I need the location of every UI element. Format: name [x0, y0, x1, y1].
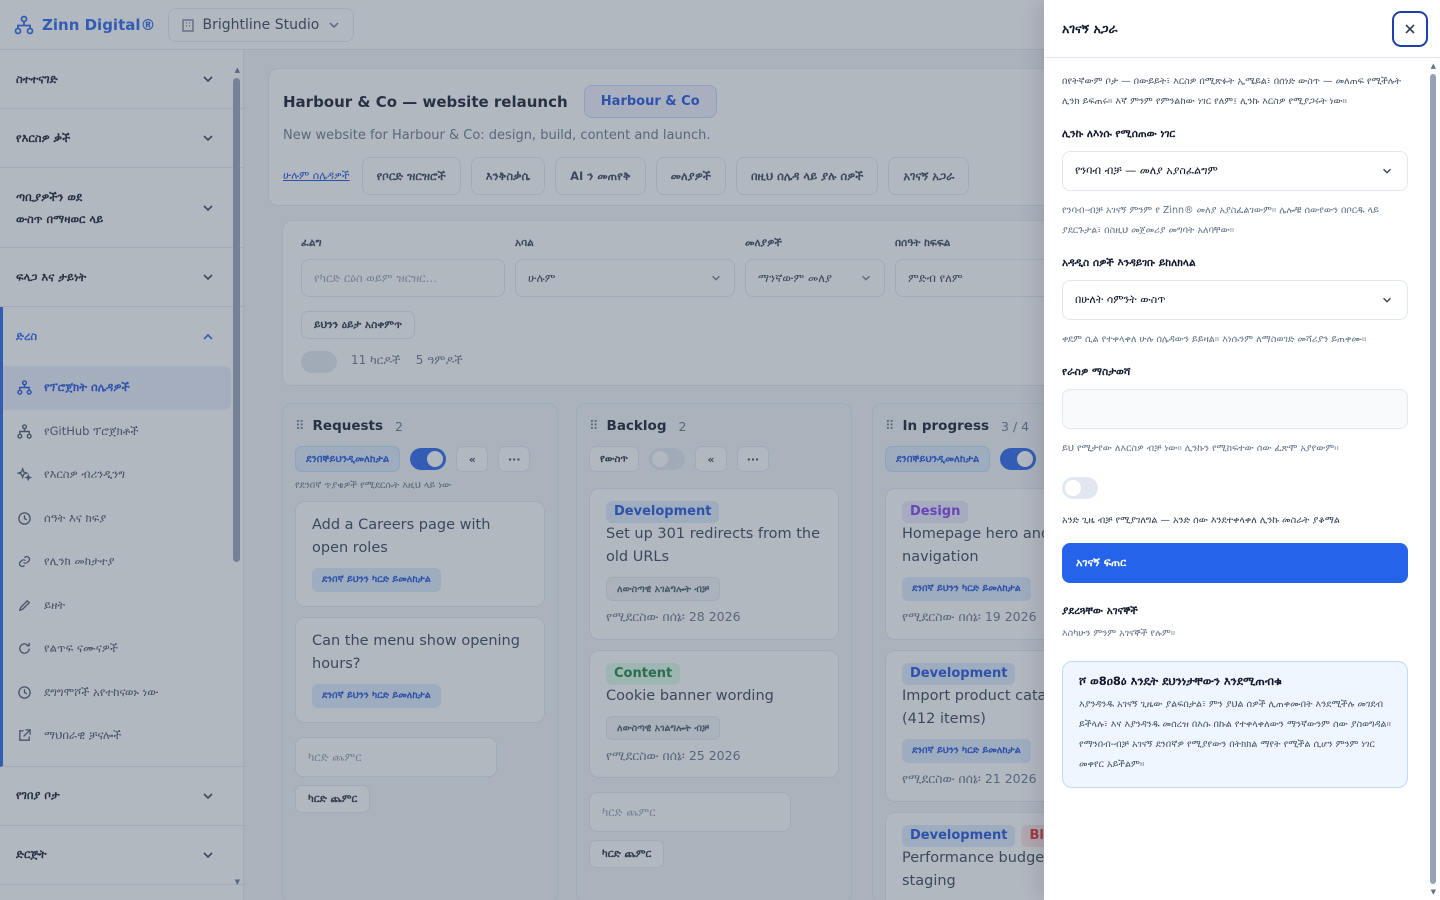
note-input[interactable]: [1062, 389, 1408, 429]
note-label: የራስዎ ማስታወሻ: [1062, 366, 1131, 378]
active-links-heading: ያደረጓቸው አገናኞች: [1062, 605, 1138, 617]
expiry-label: አዳዲስ ሰዎች እንዳይገቡ ይከለክላል: [1062, 257, 1196, 269]
security-info-box: ሾ ወ8ዐ8ዕ እንዴት ደህንነታቸውን እንደሚጠብቁ እያንዳንዱ አገና…: [1062, 661, 1408, 788]
drawer-scrollbar[interactable]: [1430, 74, 1436, 884]
access-help: የንባብ-ብቻ አገናኝ ምንም የ Zinn® መለያ አያስፈልገውም። ሌ…: [1062, 205, 1379, 236]
share-link-drawer: አገናኝ አጋራ በየትኛውም ቦታ — በውይይት፣ እርስዎ በሚጽፉት ኢ…: [1044, 0, 1440, 900]
drawer-header: አገናኝ አጋራ: [1044, 0, 1440, 58]
close-button[interactable]: [1392, 10, 1428, 47]
info-text: እያንዳንዱ አገናኝ ጊዜው ያልፍበታል፣ ምን ያህል ሰዎች ሊጠቀሙበ…: [1079, 699, 1391, 770]
scroll-down-arrow[interactable]: ▼: [1431, 888, 1436, 896]
toggle-knob: [1065, 480, 1081, 496]
info-title: ሾ ወ8ዐ8ዕ እንዴት ደህንነታቸውን እንደሚጠብቁ: [1079, 674, 1282, 688]
drawer-body: በየትኛውም ቦታ — በውይይት፣ እርስዎ በሚጽፉት ኢሜይል፣ በሰነድ…: [1062, 58, 1408, 788]
active-links-empty: እስካሁን ምንም አገናኞች የሉም።: [1062, 628, 1176, 639]
expiry-value: በሁለት ሳምንት ውስጥ: [1075, 293, 1166, 306]
chevron-down-icon: [1383, 168, 1391, 174]
expiry-select[interactable]: በሁለት ሳምንት ውስጥ: [1062, 280, 1408, 320]
drawer-title: አገናኝ አጋራ: [1062, 20, 1118, 36]
close-icon: [1405, 23, 1415, 34]
note-help: ይህ የሚታየው ለእርስዎ ብቻ ነው። ሊንኩን የሚከፍተው ሰው ፈጽሞ…: [1062, 443, 1339, 454]
access-value: የንባብ ብቻ — መለያ አያስፈልግም: [1075, 164, 1218, 177]
scroll-up-arrow[interactable]: ▲: [1431, 62, 1436, 70]
single-use-note: አንድ ጊዜ ብቻ የሚያገለግል — አንድ ሰው እንደተቀላቀለ ሊንኩ …: [1062, 515, 1340, 526]
create-link-button[interactable]: አገናኝ ፍጠር: [1062, 543, 1408, 583]
single-use-toggle[interactable]: [1062, 477, 1098, 499]
access-select[interactable]: የንባብ ብቻ — መለያ አያስፈልግም: [1062, 151, 1408, 191]
drawer-intro: በየትኛውም ቦታ — በውይይት፣ እርስዎ በሚጽፉት ኢሜይል፣ በሰነድ…: [1062, 76, 1401, 107]
chevron-down-icon: [1383, 297, 1391, 303]
access-label: ሊንኩ ለእነሱ የሚሰጠው ነገር: [1062, 128, 1176, 140]
expiry-help: ቀደም ሲል የተቀላቀለ ሁሉ ሰሌዳውን ይይዛል። እነሱንም ለማስወገ…: [1062, 334, 1367, 345]
